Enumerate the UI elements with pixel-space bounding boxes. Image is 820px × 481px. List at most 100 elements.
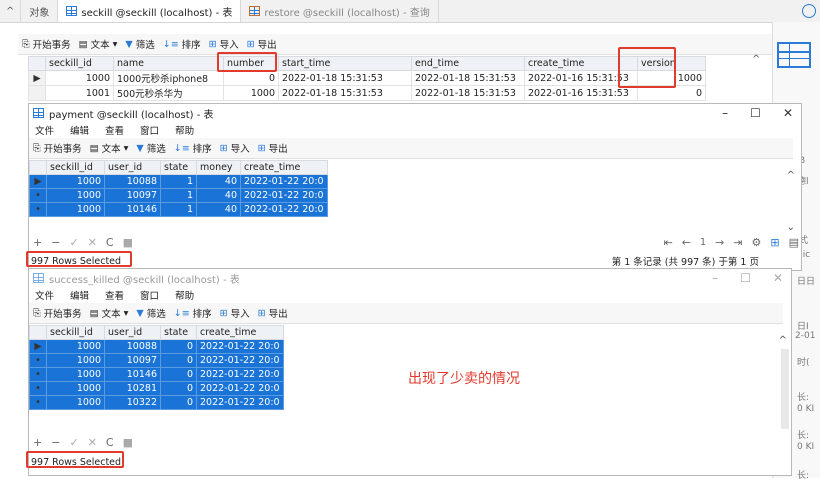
cell[interactable]: 2022-01-22 20:0 — [240, 202, 328, 217]
column-header[interactable]: state — [160, 325, 197, 340]
cell[interactable]: 500元秒杀华为 — [113, 85, 224, 101]
filter-button[interactable]: ▼ 筛选 — [136, 141, 165, 156]
minimize-icon[interactable]: – — [722, 106, 728, 120]
add-record-icon[interactable]: + — [33, 236, 42, 249]
table-row[interactable]: • 1000 10281 0 2022-01-22 20:0 — [29, 381, 284, 396]
cell[interactable]: 2022-01-22 20:0 — [196, 339, 284, 354]
maximize-icon[interactable]: ☐ — [740, 271, 751, 285]
cell[interactable]: 0 — [160, 339, 197, 354]
cell[interactable]: 1000 — [46, 339, 105, 354]
first-page-icon[interactable]: ⇤ — [664, 236, 673, 249]
export-button[interactable]: ⊞ 导出 — [258, 306, 288, 321]
menu-file[interactable]: 文件 — [35, 123, 54, 137]
table-row[interactable]: • 1000 10097 0 2022-01-22 20:0 — [29, 353, 284, 368]
cell[interactable]: 2022-01-22 20:0 — [196, 395, 284, 410]
delete-record-icon[interactable]: − — [51, 236, 60, 249]
cell[interactable]: 1000 — [46, 353, 105, 368]
cell[interactable]: 0 — [160, 353, 197, 368]
column-header[interactable]: user_id — [104, 160, 161, 175]
scrollbar-up-icon[interactable]: ^ — [787, 170, 795, 181]
form-view-icon[interactable]: ▤ — [789, 236, 799, 249]
cell[interactable]: 2022-01-18 15:31:53 — [411, 85, 525, 101]
text-button[interactable]: ▤ 文本 ▾ — [79, 37, 118, 52]
import-button[interactable]: ⊞ 导入 — [220, 306, 250, 321]
menu-view[interactable]: 查看 — [105, 123, 124, 137]
cell[interactable]: 1 — [160, 202, 197, 217]
close-icon[interactable]: ✕ — [773, 271, 783, 285]
add-record-icon[interactable]: + — [33, 436, 42, 449]
discard-icon[interactable]: ✕ — [88, 236, 97, 249]
prev-page-icon[interactable]: ← — [682, 236, 691, 249]
column-header[interactable]: user_id — [104, 325, 161, 340]
table-row[interactable]: • 1000 10322 0 2022-01-22 20:0 — [29, 395, 284, 410]
cell[interactable]: 10322 — [104, 395, 161, 410]
cell[interactable]: 2022-01-18 15:31:53 — [278, 85, 412, 101]
cell[interactable]: 1000 — [223, 85, 279, 101]
cell[interactable]: 1000 — [46, 395, 105, 410]
begin-transaction-button[interactable]: ⎘ 开始事务 — [33, 306, 82, 321]
minimize-icon[interactable]: – — [712, 271, 718, 285]
cell[interactable]: 1001 — [45, 85, 114, 101]
cell[interactable]: 2022-01-22 20:0 — [196, 381, 284, 396]
cell[interactable]: 1000 — [46, 367, 105, 382]
cell[interactable]: 0 — [160, 395, 197, 410]
cell[interactable]: 0 — [160, 381, 197, 396]
text-button[interactable]: ▤ 文本 ▾ — [90, 141, 129, 156]
scrollbar-up-icon[interactable]: ^ — [752, 54, 760, 65]
apply-icon[interactable]: ✓ — [69, 236, 78, 249]
column-header[interactable]: create_time — [196, 325, 284, 340]
menu-file[interactable]: 文件 — [35, 288, 54, 302]
delete-record-icon[interactable]: − — [51, 436, 60, 449]
menu-edit[interactable]: 编辑 — [70, 288, 89, 302]
table-row[interactable]: ▶ 1000 10088 1 40 2022-01-22 20:0 — [29, 174, 328, 189]
begin-transaction-button[interactable]: ⎘ 开始事务 — [33, 141, 82, 156]
cell[interactable]: 2022-01-18 15:31:53 — [411, 70, 525, 86]
scrollbar-down-icon[interactable]: ⌄ — [787, 222, 795, 233]
cell[interactable]: 0 — [223, 70, 279, 86]
scroll-up-icon[interactable]: ^ — [0, 0, 22, 22]
page-number[interactable]: 1 — [700, 237, 706, 248]
cell[interactable]: 1000 — [46, 188, 105, 203]
cell[interactable]: 1 — [160, 188, 197, 203]
column-header[interactable]: seckill_id — [46, 325, 105, 340]
cell[interactable]: 10146 — [104, 202, 161, 217]
cell[interactable]: 2022-01-22 20:0 — [240, 174, 328, 189]
menu-view[interactable]: 查看 — [105, 288, 124, 302]
column-header[interactable]: end_time — [411, 56, 525, 71]
scrollbar-track[interactable] — [781, 349, 789, 429]
cell[interactable]: 2022-01-18 15:31:53 — [278, 70, 412, 86]
tab-restore-query[interactable]: restore @seckill (localhost) - 查询 — [241, 0, 439, 22]
sort-button[interactable]: ↓≡ 排序 — [163, 37, 201, 52]
column-header[interactable]: money — [196, 160, 241, 175]
last-page-icon[interactable]: ⇥ — [733, 236, 742, 249]
filter-button[interactable]: ▼ 筛选 — [136, 306, 165, 321]
maximize-icon[interactable]: ☐ — [750, 106, 761, 120]
success-killed-titlebar[interactable]: success_killed @seckill (localhost) - 表 … — [29, 269, 791, 287]
menu-help[interactable]: 帮助 — [175, 123, 194, 137]
menu-window[interactable]: 窗口 — [140, 288, 159, 302]
apply-icon[interactable]: ✓ — [69, 436, 78, 449]
cell[interactable]: 1000 — [46, 381, 105, 396]
cell[interactable]: 1000 — [46, 202, 105, 217]
sort-button[interactable]: ↓≡ 排序 — [174, 306, 212, 321]
cell[interactable]: 10281 — [104, 381, 161, 396]
export-button[interactable]: ⊞ 导出 — [258, 141, 288, 156]
cell[interactable]: 10088 — [104, 174, 161, 189]
filter-button[interactable]: ▼ 筛选 — [125, 37, 154, 52]
table-row[interactable]: ▶ 1000 10088 0 2022-01-22 20:0 — [29, 339, 284, 354]
next-page-icon[interactable]: → — [715, 236, 724, 249]
refresh-icon[interactable]: C — [106, 236, 114, 249]
stop-icon[interactable]: ■ — [123, 236, 133, 249]
cell[interactable]: 0 — [160, 367, 197, 382]
refresh-icon[interactable]: C — [106, 436, 114, 449]
menu-help[interactable]: 帮助 — [175, 288, 194, 302]
scrollbar-up-icon[interactable]: ^ — [779, 335, 787, 346]
cell[interactable]: 40 — [196, 202, 241, 217]
import-button[interactable]: ⊞ 导入 — [209, 37, 239, 52]
export-button[interactable]: ⊞ 导出 — [247, 37, 277, 52]
table-row[interactable]: • 1000 10097 1 40 2022-01-22 20:0 — [29, 188, 328, 203]
cell[interactable]: 10146 — [104, 367, 161, 382]
cell[interactable]: 40 — [196, 188, 241, 203]
column-header[interactable]: create_time — [240, 160, 328, 175]
menu-window[interactable]: 窗口 — [140, 123, 159, 137]
